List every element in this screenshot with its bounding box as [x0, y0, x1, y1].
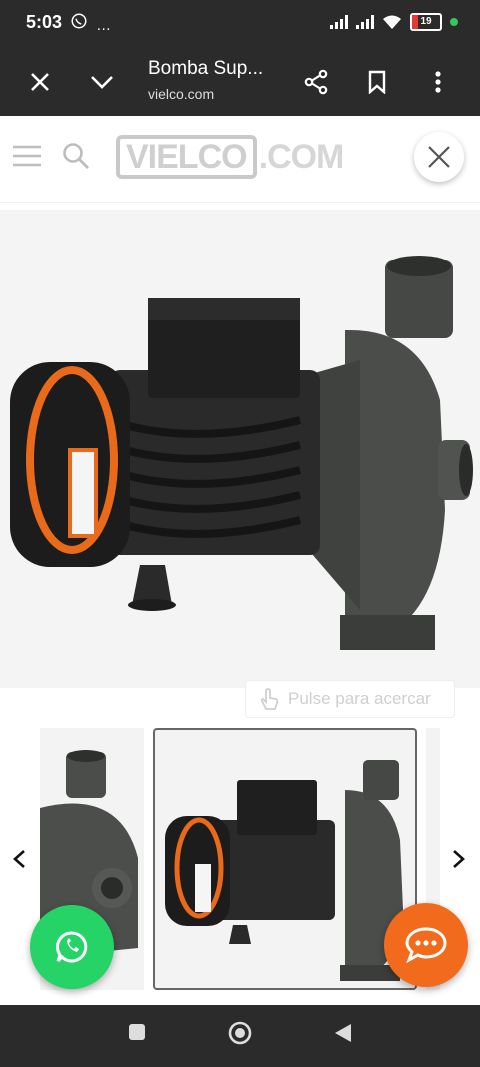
home-button[interactable] — [228, 1021, 252, 1050]
whatsapp-notification-icon: … — [70, 12, 111, 34]
whatsapp-icon — [56, 931, 88, 963]
back-triangle-icon — [335, 1024, 351, 1042]
tap-hand-icon — [260, 688, 279, 710]
close-icon — [31, 73, 49, 91]
battery-icon: 19 — [410, 13, 442, 31]
thumbnail-2-selected[interactable] — [153, 728, 417, 990]
water-pump-image — [10, 256, 473, 650]
more-options-button[interactable] — [418, 62, 458, 102]
close-tab-button[interactable] — [20, 62, 60, 102]
prev-image-button[interactable] — [12, 845, 26, 876]
chevron-right-icon — [453, 850, 465, 868]
search-icon — [63, 143, 89, 169]
status-bar: 5:03 … 19 — [0, 0, 480, 46]
pump-front-thumbnail — [165, 760, 403, 981]
chevron-down-icon — [91, 76, 113, 89]
hamburger-icon — [13, 145, 41, 167]
status-time: 5:03 — [26, 12, 63, 32]
chat-support-button[interactable] — [384, 903, 468, 987]
share-button[interactable] — [296, 62, 336, 102]
next-image-button[interactable] — [452, 845, 466, 876]
signal-icon-2 — [356, 15, 374, 29]
site-logo[interactable]: VIELCO .COM — [116, 135, 345, 179]
browser-toolbar: Bomba Sup... vielco.com — [0, 46, 480, 116]
share-icon — [304, 69, 328, 95]
close-icon — [428, 146, 450, 168]
site-header: VIELCO .COM — [0, 116, 480, 203]
bookmark-icon — [368, 70, 386, 94]
status-more-indicator: … — [96, 17, 112, 34]
system-navigation-bar — [0, 1005, 480, 1067]
search-button[interactable] — [62, 142, 90, 175]
back-button[interactable] — [334, 1023, 352, 1048]
logo-main-text: VIELCO — [116, 135, 257, 179]
close-gallery-button[interactable] — [414, 132, 464, 182]
signal-icon — [330, 15, 348, 29]
zoom-hint: Pulse para acercar — [245, 680, 455, 718]
privacy-dot-icon — [450, 18, 458, 26]
page-title: Bomba Sup... — [148, 58, 264, 79]
chevron-left-icon — [13, 850, 25, 868]
product-main-image[interactable] — [0, 210, 480, 688]
wifi-icon — [383, 15, 401, 29]
minimize-tab-button[interactable] — [82, 62, 122, 102]
whatsapp-button[interactable] — [30, 905, 114, 989]
chat-bubble-icon — [405, 927, 447, 964]
logo-suffix-text: .COM — [258, 137, 345, 176]
menu-button[interactable] — [12, 144, 42, 173]
page-url: vielco.com — [148, 86, 215, 102]
home-icon — [228, 1021, 252, 1045]
more-vert-icon — [435, 71, 441, 93]
recents-button[interactable] — [128, 1023, 146, 1046]
recents-icon — [129, 1024, 145, 1040]
zoom-hint-text: Pulse para acercar — [288, 689, 431, 708]
battery-level: 19 — [420, 16, 432, 27]
bookmark-button[interactable] — [357, 62, 397, 102]
